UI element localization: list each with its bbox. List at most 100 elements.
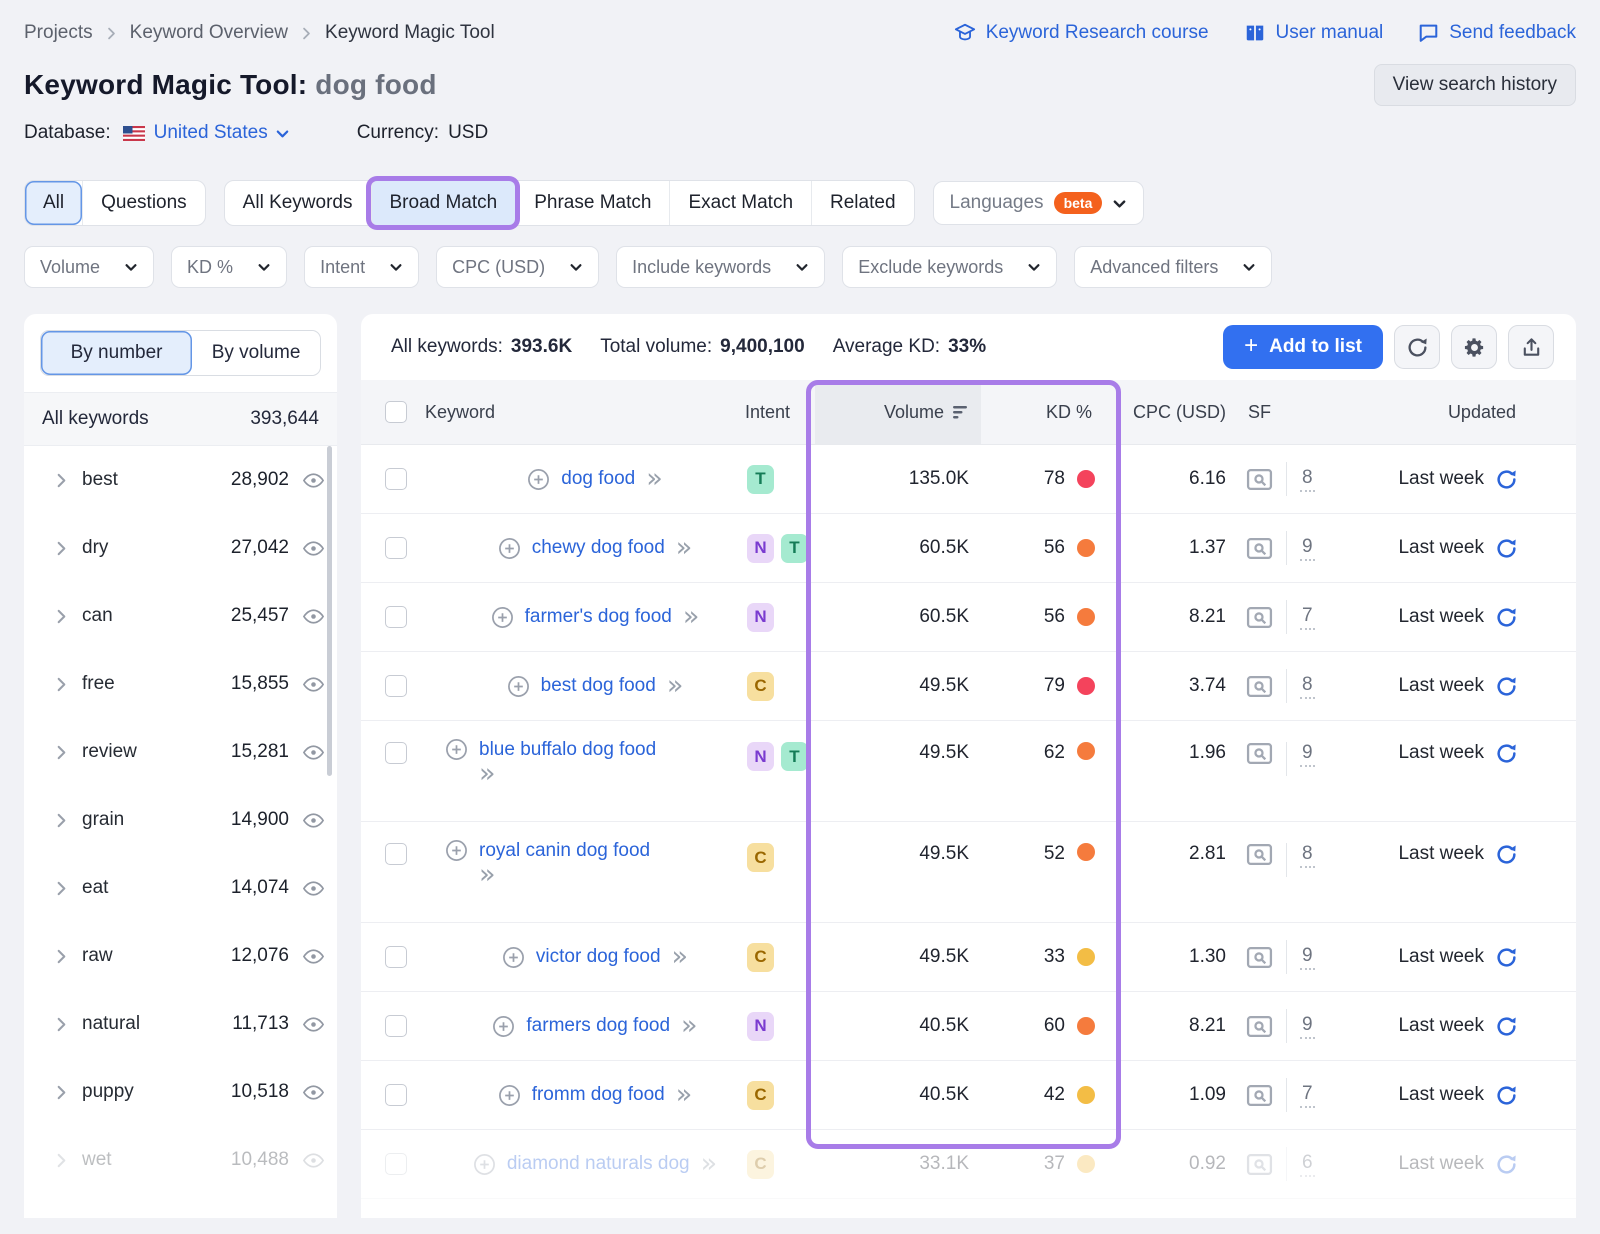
refresh-icon[interactable] bbox=[1495, 1153, 1518, 1176]
serp-preview-icon[interactable] bbox=[1246, 606, 1273, 629]
row-checkbox[interactable] bbox=[385, 606, 407, 628]
chevron-right-icon[interactable] bbox=[54, 745, 69, 760]
sidebar-group-item[interactable]: free15,855 bbox=[24, 650, 337, 718]
serp-preview-icon[interactable] bbox=[1246, 946, 1273, 969]
keyword-link[interactable]: best dog food bbox=[541, 675, 656, 697]
tab-all[interactable]: All bbox=[25, 181, 82, 225]
row-checkbox[interactable] bbox=[385, 742, 407, 764]
sidebar-group-item[interactable]: wet10,488 bbox=[24, 1126, 337, 1194]
row-checkbox[interactable] bbox=[385, 946, 407, 968]
keyword-link[interactable]: blue buffalo dog food bbox=[479, 739, 656, 761]
sf-count[interactable]: 9 bbox=[1300, 1014, 1315, 1039]
tab-phrase-match[interactable]: Phrase Match bbox=[515, 181, 669, 225]
refresh-icon[interactable] bbox=[1495, 1015, 1518, 1038]
keyword-link[interactable]: farmers dog food bbox=[526, 1015, 670, 1037]
tab-all-keywords[interactable]: All Keywords bbox=[225, 181, 371, 225]
eye-icon[interactable] bbox=[302, 877, 325, 900]
add-keyword-icon[interactable] bbox=[492, 1015, 515, 1038]
sidebar-group-item[interactable]: raw12,076 bbox=[24, 922, 337, 990]
keyword-link[interactable]: dog food bbox=[561, 468, 635, 490]
serp-preview-icon[interactable] bbox=[1246, 468, 1273, 491]
add-to-list-button[interactable]: + Add to list bbox=[1223, 325, 1383, 369]
sf-count[interactable]: 6 bbox=[1300, 1152, 1315, 1177]
row-checkbox[interactable] bbox=[385, 1084, 407, 1106]
refresh-icon[interactable] bbox=[1495, 606, 1518, 629]
filter-intent[interactable]: Intent bbox=[304, 246, 419, 288]
expand-keyword-icon[interactable]: » bbox=[667, 677, 684, 695]
sf-count[interactable]: 7 bbox=[1300, 605, 1315, 630]
refresh-icon[interactable] bbox=[1495, 537, 1518, 560]
eye-icon[interactable] bbox=[302, 741, 325, 764]
eye-icon[interactable] bbox=[302, 1013, 325, 1036]
sf-count[interactable]: 8 bbox=[1300, 467, 1315, 492]
eye-icon[interactable] bbox=[302, 1149, 325, 1172]
add-keyword-icon[interactable] bbox=[498, 537, 521, 560]
toggle-by-volume[interactable]: By volume bbox=[192, 331, 320, 375]
refresh-icon[interactable] bbox=[1495, 742, 1518, 765]
expand-keyword-icon[interactable]: » bbox=[672, 948, 689, 966]
chevron-right-icon[interactable] bbox=[54, 1153, 69, 1168]
row-checkbox[interactable] bbox=[385, 1015, 407, 1037]
refresh-icon[interactable] bbox=[1495, 675, 1518, 698]
sidebar-group-item[interactable]: can25,457 bbox=[24, 582, 337, 650]
eye-icon[interactable] bbox=[302, 1081, 325, 1104]
row-checkbox[interactable] bbox=[385, 1153, 407, 1175]
add-keyword-icon[interactable] bbox=[502, 946, 525, 969]
sf-count[interactable]: 8 bbox=[1300, 674, 1315, 699]
chevron-right-icon[interactable] bbox=[54, 609, 69, 624]
group-eye-toggle[interactable] bbox=[302, 741, 325, 764]
group-eye-toggle[interactable] bbox=[302, 537, 325, 560]
languages-dropdown[interactable]: Languages beta bbox=[933, 181, 1145, 225]
header-link[interactable]: User manual bbox=[1243, 22, 1384, 44]
refresh-icon[interactable] bbox=[1495, 946, 1518, 969]
keyword-link[interactable]: farmer's dog food bbox=[525, 606, 672, 628]
sidebar-group-item[interactable]: eat14,074 bbox=[24, 854, 337, 922]
header-link[interactable]: Send feedback bbox=[1417, 22, 1576, 44]
sidebar-scrollbar[interactable] bbox=[327, 446, 332, 776]
chevron-right-icon[interactable] bbox=[54, 473, 69, 488]
add-keyword-icon[interactable] bbox=[507, 675, 530, 698]
sidebar-all-keywords-row[interactable]: All keywords 393,644 bbox=[24, 392, 337, 446]
add-keyword-icon[interactable] bbox=[491, 606, 514, 629]
group-eye-toggle[interactable] bbox=[302, 1149, 325, 1172]
tab-broad-match[interactable]: Broad Match bbox=[371, 181, 516, 225]
expand-keyword-icon[interactable]: » bbox=[701, 1155, 718, 1173]
serp-preview-icon[interactable] bbox=[1246, 675, 1273, 698]
database-select[interactable]: United States bbox=[154, 122, 290, 144]
sidebar-group-item[interactable]: dry27,042 bbox=[24, 514, 337, 582]
column-header-kd[interactable]: KD % bbox=[981, 380, 1106, 444]
view-search-history-button[interactable]: View search history bbox=[1374, 64, 1576, 106]
group-eye-toggle[interactable] bbox=[302, 1081, 325, 1104]
sf-count[interactable]: 9 bbox=[1300, 742, 1315, 767]
column-header-cpc[interactable]: CPC (USD) bbox=[1106, 380, 1236, 444]
sf-count[interactable]: 8 bbox=[1300, 843, 1315, 868]
filter-kd[interactable]: KD % bbox=[171, 246, 287, 288]
refresh-button[interactable] bbox=[1394, 325, 1440, 369]
toggle-by-number[interactable]: By number bbox=[41, 331, 192, 375]
serp-preview-icon[interactable] bbox=[1246, 1084, 1273, 1107]
filter-exclude-keywords[interactable]: Exclude keywords bbox=[842, 246, 1057, 288]
header-link[interactable]: Keyword Research course bbox=[953, 22, 1209, 44]
add-keyword-icon[interactable] bbox=[527, 468, 550, 491]
eye-icon[interactable] bbox=[302, 673, 325, 696]
chevron-right-icon[interactable] bbox=[54, 541, 69, 556]
breadcrumb-item[interactable]: Keyword Overview bbox=[130, 22, 288, 44]
group-eye-toggle[interactable] bbox=[302, 945, 325, 968]
expand-keyword-icon[interactable]: » bbox=[676, 1086, 693, 1104]
breadcrumb-item[interactable]: Projects bbox=[24, 22, 93, 44]
row-checkbox[interactable] bbox=[385, 468, 407, 490]
sf-count[interactable]: 7 bbox=[1300, 1083, 1315, 1108]
group-eye-toggle[interactable] bbox=[302, 1013, 325, 1036]
tab-questions[interactable]: Questions bbox=[82, 181, 205, 225]
sidebar-group-item[interactable]: natural11,713 bbox=[24, 990, 337, 1058]
column-header-volume[interactable]: Volume bbox=[815, 380, 981, 444]
column-header-updated[interactable]: Updated bbox=[1361, 380, 1576, 444]
keyword-link[interactable]: chewy dog food bbox=[532, 537, 665, 559]
group-eye-toggle[interactable] bbox=[302, 809, 325, 832]
select-all-checkbox[interactable] bbox=[385, 401, 407, 423]
group-eye-toggle[interactable] bbox=[302, 469, 325, 492]
eye-icon[interactable] bbox=[302, 605, 325, 628]
filter-advanced-filters[interactable]: Advanced filters bbox=[1074, 246, 1272, 288]
eye-icon[interactable] bbox=[302, 945, 325, 968]
export-button[interactable] bbox=[1508, 325, 1554, 369]
